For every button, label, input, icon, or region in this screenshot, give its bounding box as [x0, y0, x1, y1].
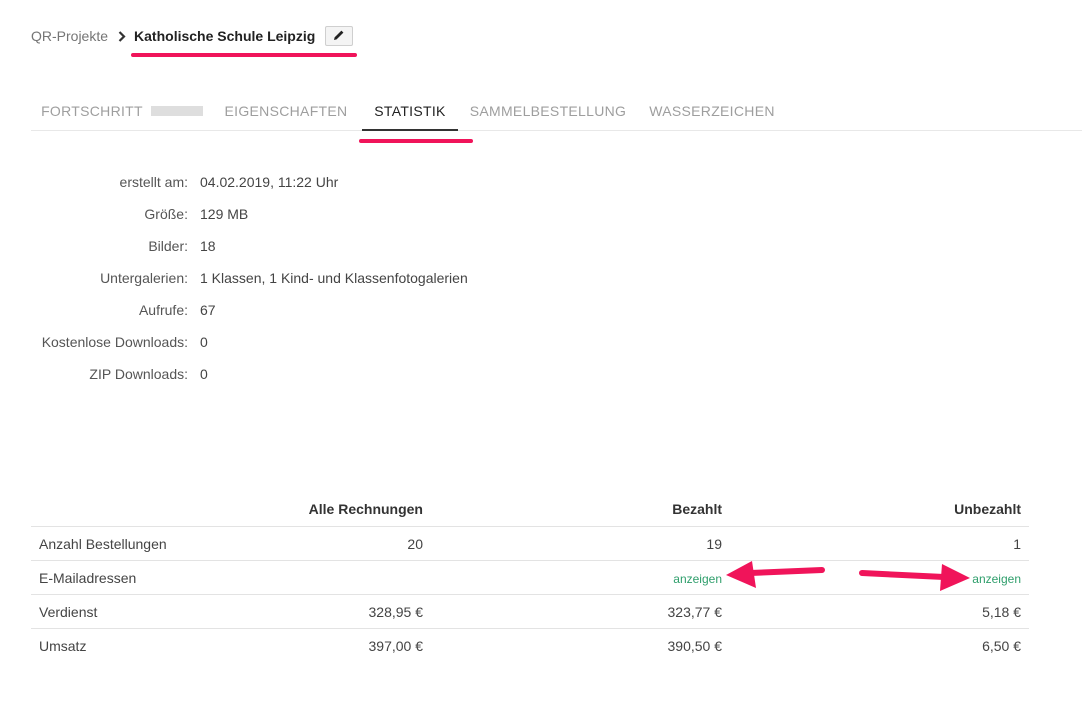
table-cell: 328,95 € — [261, 594, 431, 629]
column-header-paid: Bezahlt — [431, 492, 730, 527]
row-label: Umsatz — [39, 637, 87, 654]
stat-images: Bilder: 18 — [31, 230, 468, 262]
tab-fortschritt[interactable]: FORTSCHRITT — [31, 92, 213, 130]
stat-value: 1 Klassen, 1 Kind- und Klassenfotogaleri… — [200, 270, 468, 286]
pencil-icon — [333, 28, 345, 44]
stat-value: 04.02.2019, 11:22 Uhr — [200, 174, 339, 190]
tab-label: EIGENSCHAFTEN — [224, 103, 348, 119]
stat-value: 0 — [200, 366, 208, 382]
breadcrumb-current: Katholische Schule Leipzig — [134, 28, 316, 44]
stat-label: Aufrufe: — [138, 302, 188, 318]
table-cell: 397,00 € — [368, 637, 424, 654]
table-row: E-Mailadressen anzeigen anzeigen — [31, 560, 1029, 595]
stat-label: erstellt am: — [119, 174, 188, 190]
breadcrumb-parent-link[interactable]: QR-Projekte — [31, 28, 108, 44]
column-header-unpaid: Unbezahlt — [730, 492, 1029, 527]
table-cell: 6,50 € — [982, 637, 1021, 654]
table-cell: 390,50 € — [667, 637, 723, 654]
table-row: Umsatz 397,00 € 390,50 € 6,50 € — [31, 629, 1029, 663]
stat-value: 18 — [200, 238, 216, 254]
stat-value: 67 — [200, 302, 216, 318]
row-label: Verdienst — [31, 594, 261, 629]
stat-created: erstellt am: 04.02.2019, 11:22 Uhr — [31, 166, 468, 198]
table-cell: anzeigen — [431, 560, 730, 595]
statistics-list: erstellt am: 04.02.2019, 11:22 Uhr Größe… — [31, 166, 468, 390]
column-header — [31, 492, 261, 527]
table-row: Verdienst 328,95 € 323,77 € 5,18 € — [31, 594, 1029, 629]
chevron-right-icon — [118, 30, 126, 42]
tab-wasserzeichen[interactable]: WASSERZEICHEN — [646, 92, 778, 130]
table-cell: anzeigen — [730, 560, 1029, 595]
table-cell: 323,77 € — [431, 594, 730, 629]
show-emails-unpaid-link[interactable]: anzeigen — [972, 572, 1021, 586]
table-cell: 5,18 € — [730, 594, 1029, 629]
stat-label: Größe: — [144, 206, 188, 222]
stat-label: Untergalerien: — [100, 270, 188, 286]
tab-label: FORTSCHRITT — [41, 103, 143, 119]
tab-eigenschaften[interactable]: EIGENSCHAFTEN — [221, 92, 351, 130]
stat-views: Aufrufe: 67 — [31, 294, 468, 326]
stat-zip-downloads: ZIP Downloads: 0 — [31, 358, 468, 390]
tab-sammelbestellung[interactable]: SAMMELBESTELLUNG — [467, 92, 629, 130]
table-cell — [261, 560, 431, 595]
stat-free-downloads: Kostenlose Downloads: 0 — [31, 326, 468, 358]
annotation-underline-tab — [359, 139, 473, 143]
tab-statistik[interactable]: STATISTIK — [362, 92, 458, 131]
tab-label: WASSERZEICHEN — [649, 103, 775, 119]
stat-value: 129 MB — [200, 206, 249, 222]
tab-label: SAMMELBESTELLUNG — [469, 103, 627, 119]
stat-label: ZIP Downloads: — [89, 366, 188, 382]
table-header-row: Alle Rechnungen Bezahlt Unbezahlt — [31, 492, 1029, 527]
annotation-underline-title — [131, 53, 357, 57]
row-label: E-Mailadressen — [31, 560, 261, 595]
progress-bar — [150, 106, 203, 116]
stat-size: Größe: 129 MB — [31, 198, 468, 230]
tab-bar: FORTSCHRITT EIGENSCHAFTEN STATISTIK SAMM… — [31, 92, 1082, 131]
table-cell: 20 — [261, 526, 431, 561]
table-cell: 19 — [431, 526, 730, 561]
show-emails-paid-link[interactable]: anzeigen — [673, 572, 722, 586]
table-cell: 1 — [730, 526, 1029, 561]
column-header-all-invoices: Alle Rechnungen — [261, 492, 431, 527]
row-label: Anzahl Bestellungen — [31, 526, 261, 561]
stat-label: Bilder: — [148, 238, 188, 254]
stat-value: 0 — [200, 334, 208, 350]
table-row: Anzahl Bestellungen 20 19 1 — [31, 526, 1029, 561]
invoice-table: Alle Rechnungen Bezahlt Unbezahlt Anzahl… — [31, 492, 1029, 662]
tab-label: STATISTIK — [374, 103, 446, 119]
stat-label: Kostenlose Downloads: — [41, 334, 188, 350]
breadcrumb: QR-Projekte Katholische Schule Leipzig — [31, 24, 354, 48]
edit-title-button[interactable] — [325, 26, 354, 46]
stat-subgalleries: Untergalerien: 1 Klassen, 1 Kind- und Kl… — [31, 262, 468, 294]
